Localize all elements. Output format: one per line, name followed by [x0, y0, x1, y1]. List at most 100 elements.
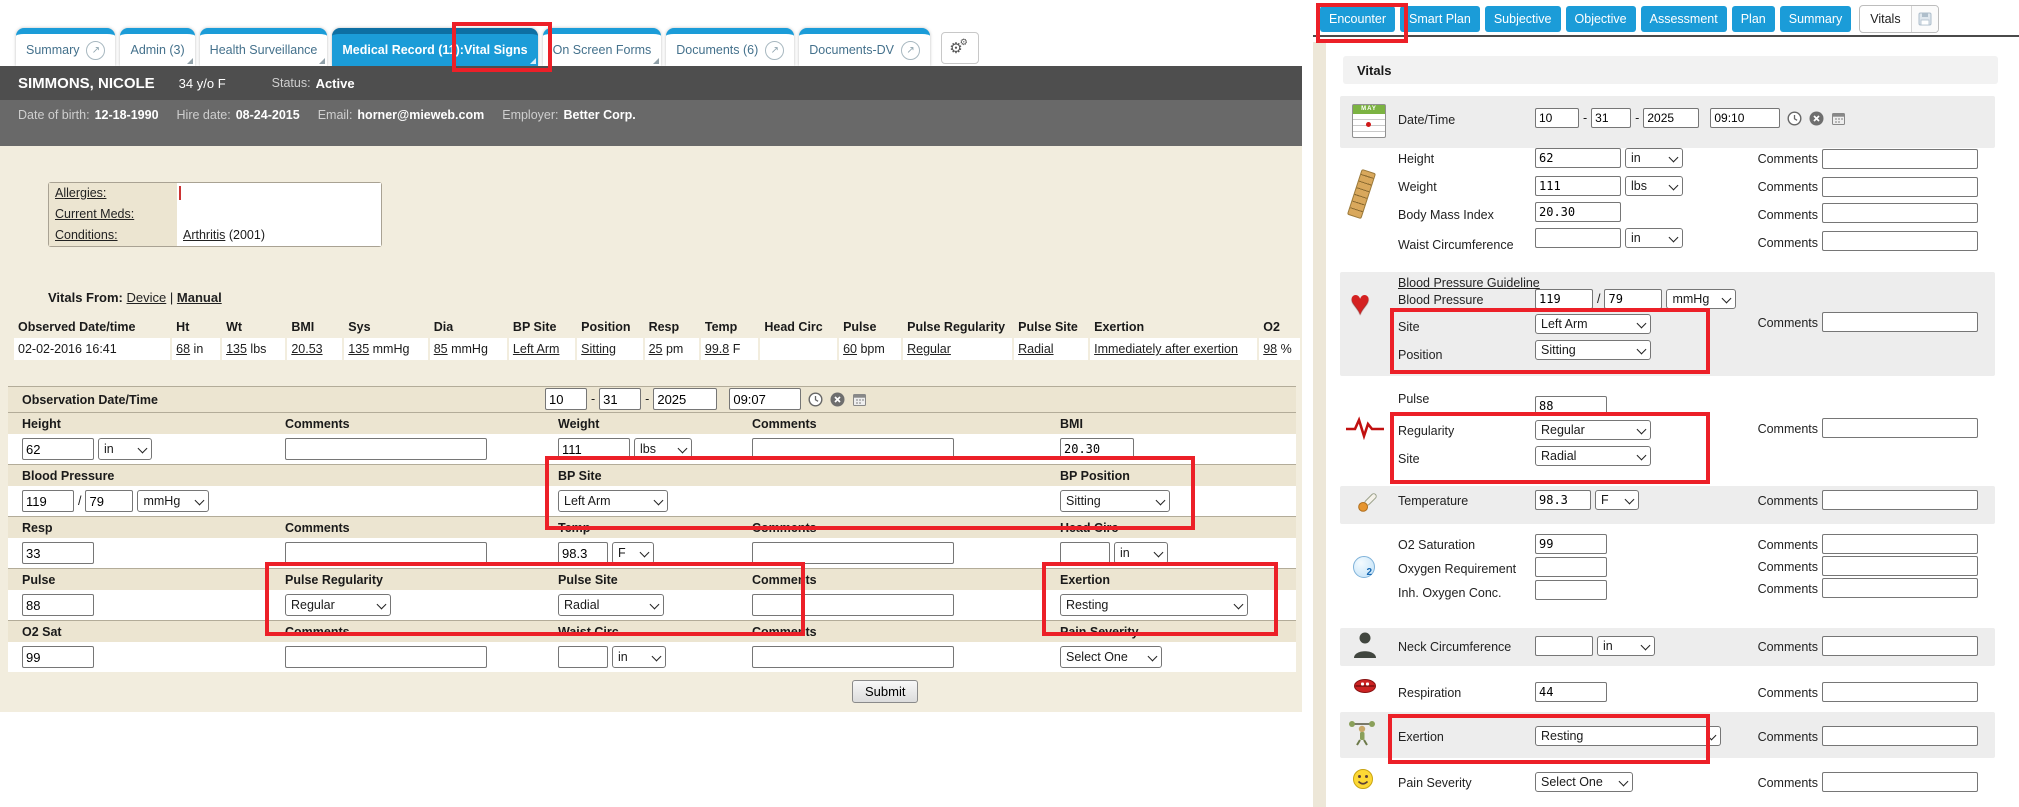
history-value-link[interactable]: 60: [843, 342, 857, 356]
pulse-input[interactable]: [22, 594, 94, 616]
tab-vitals[interactable]: Vitals: [1859, 5, 1938, 33]
allergies-link[interactable]: Allergies:: [55, 186, 106, 200]
tab-health-surveillance[interactable]: Health Surveillance: [200, 28, 328, 66]
pulse-site-select[interactable]: Radial: [1535, 446, 1651, 466]
height-input[interactable]: [22, 438, 94, 460]
bmi-input[interactable]: [1535, 202, 1621, 222]
temp-input[interactable]: [558, 542, 608, 564]
inh-oxygen-conc-input[interactable]: [1535, 580, 1607, 600]
history-value-link[interactable]: 25: [649, 342, 663, 356]
clear-date-icon[interactable]: [1809, 111, 1824, 126]
tab-summary[interactable]: Summary ↗: [16, 28, 115, 66]
current-meds-link[interactable]: Current Meds:: [55, 207, 134, 221]
history-value-link[interactable]: 135: [226, 342, 247, 356]
tab-documents-dv[interactable]: Documents-DV ↗: [799, 28, 930, 66]
tab-on-screen-forms[interactable]: On Screen Forms: [543, 28, 662, 66]
height-unit-select[interactable]: in: [1625, 148, 1683, 168]
waist-unit-select[interactable]: in: [612, 646, 666, 668]
weight-unit-select[interactable]: lbs: [1625, 176, 1683, 196]
bp-position-select[interactable]: Sitting: [1535, 340, 1651, 360]
history-value-link[interactable]: 99.8: [705, 342, 729, 356]
save-icon[interactable]: [1911, 6, 1938, 32]
submit-button[interactable]: Submit: [852, 680, 918, 703]
systolic-input[interactable]: [22, 490, 74, 512]
weight-unit-select[interactable]: lbs: [634, 438, 692, 460]
obs-month-input[interactable]: [545, 388, 587, 410]
date-month-input[interactable]: [1535, 108, 1579, 128]
height-comments-input[interactable]: [285, 438, 487, 460]
o2-comments-input[interactable]: [285, 646, 487, 668]
pain-comments-input[interactable]: [1822, 772, 1978, 792]
popout-icon[interactable]: ↗: [765, 41, 784, 60]
bp-guideline-link[interactable]: Blood Pressure Guideline: [1398, 276, 1540, 290]
bmi-input[interactable]: [1060, 438, 1134, 460]
tab-plan[interactable]: Plan: [1732, 6, 1775, 32]
obs-year-input[interactable]: [653, 388, 717, 410]
exertion-select[interactable]: Resting: [1060, 594, 1248, 616]
obs-day-input[interactable]: [599, 388, 641, 410]
o2-sat-input[interactable]: [22, 646, 94, 668]
pulse-regularity-select[interactable]: Regular: [285, 594, 391, 616]
waist-input[interactable]: [1535, 228, 1621, 248]
history-value-link[interactable]: 98: [1263, 342, 1277, 356]
pulse-site-select[interactable]: Radial: [558, 594, 664, 616]
bp-site-select[interactable]: Left Arm: [558, 490, 668, 512]
waist-comments-input[interactable]: [1822, 231, 1978, 251]
history-value-link[interactable]: Sitting: [581, 342, 616, 356]
clear-date-icon[interactable]: [830, 392, 845, 407]
resp-input[interactable]: [22, 542, 94, 564]
bp-site-select[interactable]: Left Arm: [1535, 314, 1651, 334]
tab-documents[interactable]: Documents (6) ↗: [666, 28, 794, 66]
tab-encounter[interactable]: Encounter: [1320, 6, 1395, 32]
bp-comments-input[interactable]: [1822, 312, 1978, 332]
condition-link[interactable]: Arthritis: [183, 228, 225, 242]
oxygen-requirement-input[interactable]: [1535, 557, 1607, 577]
exertion-select[interactable]: Resting: [1535, 726, 1721, 746]
height-unit-select[interactable]: in: [98, 438, 152, 460]
weight-comments-input[interactable]: [752, 438, 954, 460]
history-value-link[interactable]: Radial: [1018, 342, 1053, 356]
pain-severity-select[interactable]: Select One: [1535, 772, 1633, 792]
waist-comments-input[interactable]: [752, 646, 954, 668]
diastolic-input[interactable]: [85, 490, 133, 512]
bp-unit-select[interactable]: mmHg: [137, 490, 209, 512]
o2-comments-input[interactable]: [1822, 534, 1978, 554]
pulse-input[interactable]: [1535, 396, 1607, 416]
bmi-comments-input[interactable]: [1822, 203, 1978, 223]
oxygen-requirement-comments-input[interactable]: [1822, 556, 1978, 576]
device-link[interactable]: Device: [127, 290, 167, 305]
date-year-input[interactable]: [1643, 108, 1699, 128]
temperature-comments-input[interactable]: [1822, 490, 1978, 510]
head-circ-input[interactable]: [1060, 542, 1110, 564]
popout-icon[interactable]: ↗: [86, 41, 105, 60]
history-value-link[interactable]: 135: [348, 342, 369, 356]
o2-saturation-input[interactable]: [1535, 534, 1607, 554]
waist-unit-select[interactable]: in: [1625, 228, 1683, 248]
temp-unit-select[interactable]: F: [612, 542, 654, 564]
tab-admin[interactable]: Admin (3): [120, 28, 194, 66]
tab-smart-plan[interactable]: Smart Plan: [1400, 6, 1480, 32]
height-comments-input[interactable]: [1822, 149, 1978, 169]
respiration-input[interactable]: [1535, 682, 1607, 702]
bp-unit-select[interactable]: mmHg: [1666, 289, 1736, 309]
neck-input[interactable]: [1535, 636, 1593, 656]
settings-gears-button[interactable]: ⚙⚙: [941, 32, 979, 64]
calendar-icon[interactable]: [1831, 111, 1846, 126]
tab-assessment[interactable]: Assessment: [1641, 6, 1727, 32]
weight-input[interactable]: [558, 438, 630, 460]
pain-severity-select[interactable]: Select One: [1060, 646, 1162, 668]
clock-icon[interactable]: [808, 392, 823, 407]
history-value-link[interactable]: Immediately after exertion: [1094, 342, 1238, 356]
history-value-link[interactable]: Regular: [907, 342, 951, 356]
clock-icon[interactable]: [1787, 111, 1802, 126]
pulse-comments-input[interactable]: [1822, 418, 1978, 438]
weight-comments-input[interactable]: [1822, 177, 1978, 197]
systolic-input[interactable]: [1535, 289, 1593, 309]
height-input[interactable]: [1535, 148, 1621, 168]
weight-input[interactable]: [1535, 176, 1621, 196]
history-value-link[interactable]: Left Arm: [513, 342, 560, 356]
history-value-link[interactable]: 85: [434, 342, 448, 356]
obs-time-input[interactable]: [729, 388, 801, 410]
date-day-input[interactable]: [1591, 108, 1631, 128]
tab-summary[interactable]: Summary: [1780, 6, 1851, 32]
